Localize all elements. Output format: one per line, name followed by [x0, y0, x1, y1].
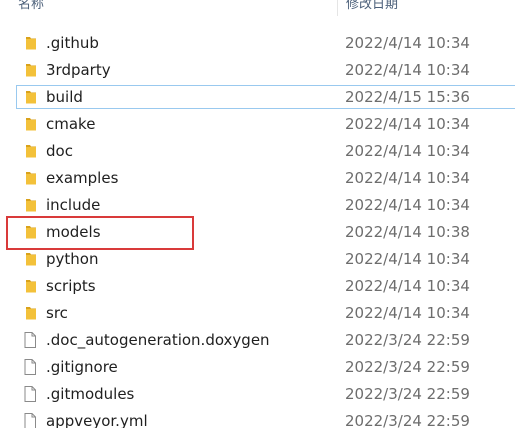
file-row[interactable]: .gitmodules 2022/3/24 22:59: [0, 381, 515, 408]
file-row[interactable]: scripts 2022/4/14 10:34: [0, 273, 515, 300]
file-date: 2022/4/14 10:34: [345, 196, 470, 214]
file-name: .doc_autogeneration.doxygen: [46, 331, 270, 349]
file-name: .gitignore: [46, 358, 118, 376]
file-date: 2022/4/14 10:34: [345, 61, 470, 79]
file-date: 2022/3/24 22:59: [345, 385, 470, 403]
column-header: 名称 修改日期: [0, 0, 515, 16]
file-row-selected[interactable]: build 2022/4/15 15:36: [0, 84, 515, 111]
folder-icon: [22, 62, 38, 78]
file-name: python: [46, 250, 99, 268]
file-date: 2022/4/14 10:34: [345, 34, 470, 52]
folder-icon: [22, 116, 38, 132]
folder-icon: [22, 305, 38, 321]
file-row[interactable]: python 2022/4/14 10:34: [0, 246, 515, 273]
file-date: 2022/4/14 10:38: [345, 223, 470, 241]
file-name: appveyor.yml: [46, 412, 148, 428]
file-row[interactable]: .github 2022/4/14 10:34: [0, 30, 515, 57]
file-date: 2022/4/14 10:34: [345, 115, 470, 133]
document-icon: [22, 359, 38, 375]
folder-icon: [22, 170, 38, 186]
file-name: .github: [46, 34, 99, 52]
document-icon: [22, 386, 38, 402]
file-name: scripts: [46, 277, 96, 295]
file-explorer: 名称 修改日期 .github 2022/4/14 10:34 3rdparty…: [0, 0, 515, 428]
file-list: .github 2022/4/14 10:34 3rdparty 2022/4/…: [0, 30, 515, 428]
document-icon: [22, 332, 38, 348]
file-row[interactable]: appveyor.yml 2022/3/24 22:59: [0, 408, 515, 428]
file-name: doc: [46, 142, 73, 160]
date-column-header[interactable]: 修改日期: [338, 0, 398, 16]
file-date: 2022/4/14 10:34: [345, 304, 470, 322]
file-name: models: [46, 223, 101, 241]
file-date: 2022/4/14 10:34: [345, 250, 470, 268]
folder-icon: [22, 197, 38, 213]
file-name: include: [46, 196, 101, 214]
file-row[interactable]: examples 2022/4/14 10:34: [0, 165, 515, 192]
file-row[interactable]: include 2022/4/14 10:34: [0, 192, 515, 219]
folder-icon: [22, 224, 38, 240]
file-row[interactable]: .gitignore 2022/3/24 22:59: [0, 354, 515, 381]
file-date: 2022/3/24 22:59: [345, 358, 470, 376]
folder-icon: [22, 89, 38, 105]
document-icon: [22, 413, 38, 428]
file-row[interactable]: src 2022/4/14 10:34: [0, 300, 515, 327]
file-row[interactable]: models 2022/4/14 10:38: [0, 219, 515, 246]
file-date: 2022/3/24 22:59: [345, 331, 470, 349]
name-column-header[interactable]: 名称: [0, 0, 337, 16]
file-date: 2022/4/14 10:34: [345, 142, 470, 160]
file-name: cmake: [46, 115, 96, 133]
file-name: examples: [46, 169, 119, 187]
file-date: 2022/4/15 15:36: [345, 88, 470, 106]
folder-icon: [22, 251, 38, 267]
folder-icon: [22, 278, 38, 294]
file-date: 2022/4/14 10:34: [345, 169, 470, 187]
file-row[interactable]: cmake 2022/4/14 10:34: [0, 111, 515, 138]
file-name: 3rdparty: [46, 61, 111, 79]
file-row[interactable]: .doc_autogeneration.doxygen 2022/3/24 22…: [0, 327, 515, 354]
file-name: build: [46, 88, 83, 106]
folder-icon: [22, 35, 38, 51]
file-name: .gitmodules: [46, 385, 135, 403]
file-row[interactable]: 3rdparty 2022/4/14 10:34: [0, 57, 515, 84]
file-date: 2022/4/14 10:34: [345, 277, 470, 295]
file-name: src: [46, 304, 68, 322]
file-row[interactable]: doc 2022/4/14 10:34: [0, 138, 515, 165]
file-date: 2022/3/24 22:59: [345, 412, 470, 428]
folder-icon: [22, 143, 38, 159]
